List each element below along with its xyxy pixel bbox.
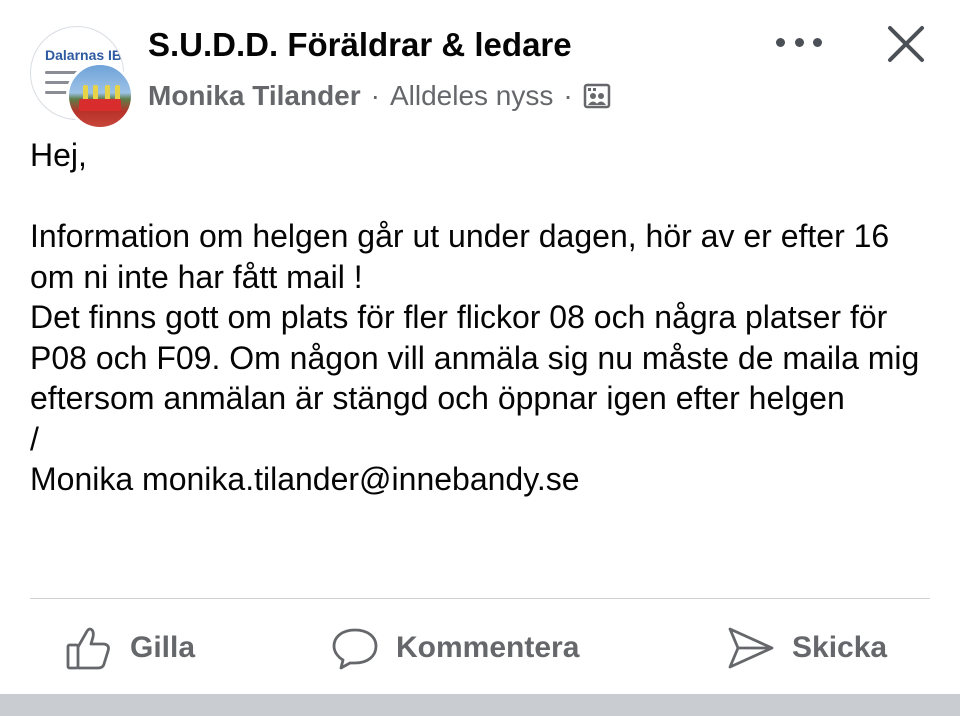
divider [30, 598, 930, 599]
more-options-icon[interactable] [776, 28, 822, 56]
facebook-post: Dalarnas IB S.U.D.D. Föräldrar & ledare … [0, 0, 960, 716]
more-dot [813, 37, 822, 47]
avatar-photo-banner [79, 99, 121, 111]
post-text: Hej, Information om helgen går ut under … [30, 137, 920, 497]
feed-separator-bar [0, 694, 960, 716]
post-meta: Monika Tilander · Alldeles nyss · [148, 80, 611, 112]
like-button[interactable]: Gilla [64, 620, 195, 676]
group-avatar-line [45, 91, 67, 94]
group-avatar-text: Dalarnas IB [45, 47, 123, 63]
comment-button[interactable]: Kommentera [330, 620, 579, 676]
author-name[interactable]: Monika Tilander [148, 80, 361, 112]
meta-separator: · [370, 80, 380, 111]
like-label: Gilla [130, 631, 196, 664]
meta-separator: · [563, 80, 573, 111]
thumbs-up-icon [66, 627, 110, 670]
more-dot [794, 37, 804, 47]
author-avatar[interactable] [66, 62, 134, 130]
send-arrow-icon [728, 627, 774, 669]
post-timestamp[interactable]: Alldeles nyss [390, 80, 553, 112]
comment-bubble-icon [332, 628, 378, 670]
send-button[interactable]: Skicka [726, 620, 887, 676]
comment-label: Kommentera [396, 631, 580, 664]
more-dot [776, 37, 785, 47]
send-label: Skicka [792, 631, 888, 664]
group-members-icon [583, 82, 611, 110]
close-icon[interactable] [884, 22, 928, 66]
group-title[interactable]: S.U.D.D. Föräldrar & ledare [148, 26, 572, 64]
